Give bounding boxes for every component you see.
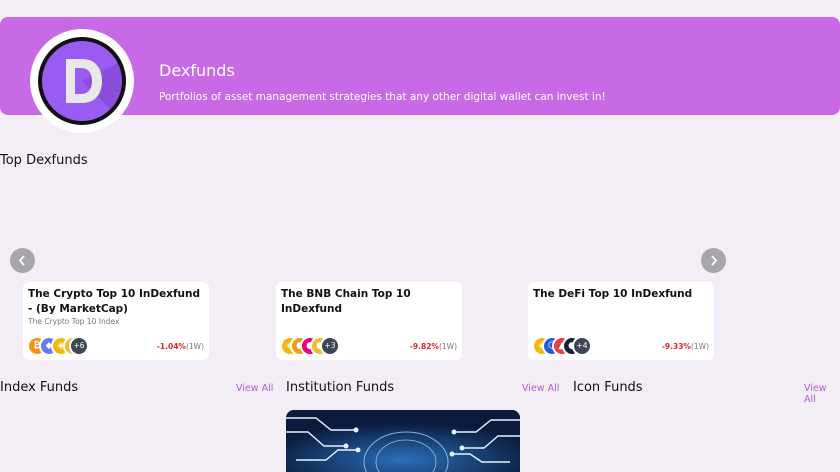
performance: -9.82%(1W) [410, 342, 457, 351]
top-dexfunds-heading: Top Dexfunds [0, 153, 88, 168]
institution-funds-heading: Institution Funds [286, 380, 395, 395]
performance-change: -1.04% [156, 342, 186, 351]
chevron-right-icon [711, 255, 718, 266]
performance-period: (1W) [185, 342, 204, 351]
coin-stack: ◈ ● ● ● +3 [280, 336, 350, 358]
performance-change: -9.33% [661, 342, 691, 351]
icon-funds-heading: Icon Funds [573, 380, 643, 395]
coin-stack: ◈ ⬡ ▲ ● +4 [532, 336, 602, 358]
fund-card-defi-top10[interactable]: The DeFi Top 10 InDexfund ◈ ⬡ ▲ ● +4 -9.… [528, 282, 714, 360]
coin-stack: ₿ ◆ ◈ ● +6 [27, 336, 97, 358]
header-banner: Dexfunds Portfolios of asset management … [0, 17, 840, 133]
fund-card-subtitle: The Crypto Top 10 Index [28, 317, 120, 326]
institution-funds-view-all-link[interactable]: View All [522, 383, 559, 394]
performance-period: (1W) [690, 342, 709, 351]
index-funds-heading: Index Funds [0, 380, 79, 395]
dexfunds-logo [30, 29, 134, 133]
performance-period: (1W) [438, 342, 457, 351]
more-coins-badge: +6 [69, 336, 89, 356]
institution-fund-image[interactable] [286, 410, 520, 472]
more-coins-badge: +4 [572, 336, 592, 356]
performance: -9.33%(1W) [662, 342, 709, 351]
fund-card-title: The BNB Chain Top 10 InDexfund [281, 288, 411, 315]
performance-change: -9.82% [409, 342, 439, 351]
index-funds-view-all-link[interactable]: View All [236, 383, 273, 394]
fund-card-bnb-top10[interactable]: The BNB Chain Top 10 InDexfund ◈ ● ● ● +… [276, 282, 462, 360]
page-title: Dexfunds [159, 61, 235, 80]
fund-card-title: The Crypto Top 10 InDexfund - (By Market… [28, 288, 200, 315]
icon-funds-view-all-link[interactable]: View All [804, 383, 840, 405]
circuit-brain-image [286, 410, 520, 472]
page-subtitle: Portfolios of asset management strategie… [159, 91, 606, 103]
fund-card-title: The DeFi Top 10 InDexfund [533, 288, 693, 300]
performance: -1.04%(1W) [157, 342, 204, 351]
carousel-prev-button[interactable] [10, 248, 35, 273]
logo-d-icon [66, 59, 122, 121]
more-coins-badge: +3 [320, 336, 340, 356]
fund-card-crypto-top10[interactable]: The Crypto Top 10 InDexfund - (By Market… [23, 282, 209, 360]
chevron-left-icon [18, 255, 25, 266]
carousel-next-button[interactable] [701, 248, 726, 273]
